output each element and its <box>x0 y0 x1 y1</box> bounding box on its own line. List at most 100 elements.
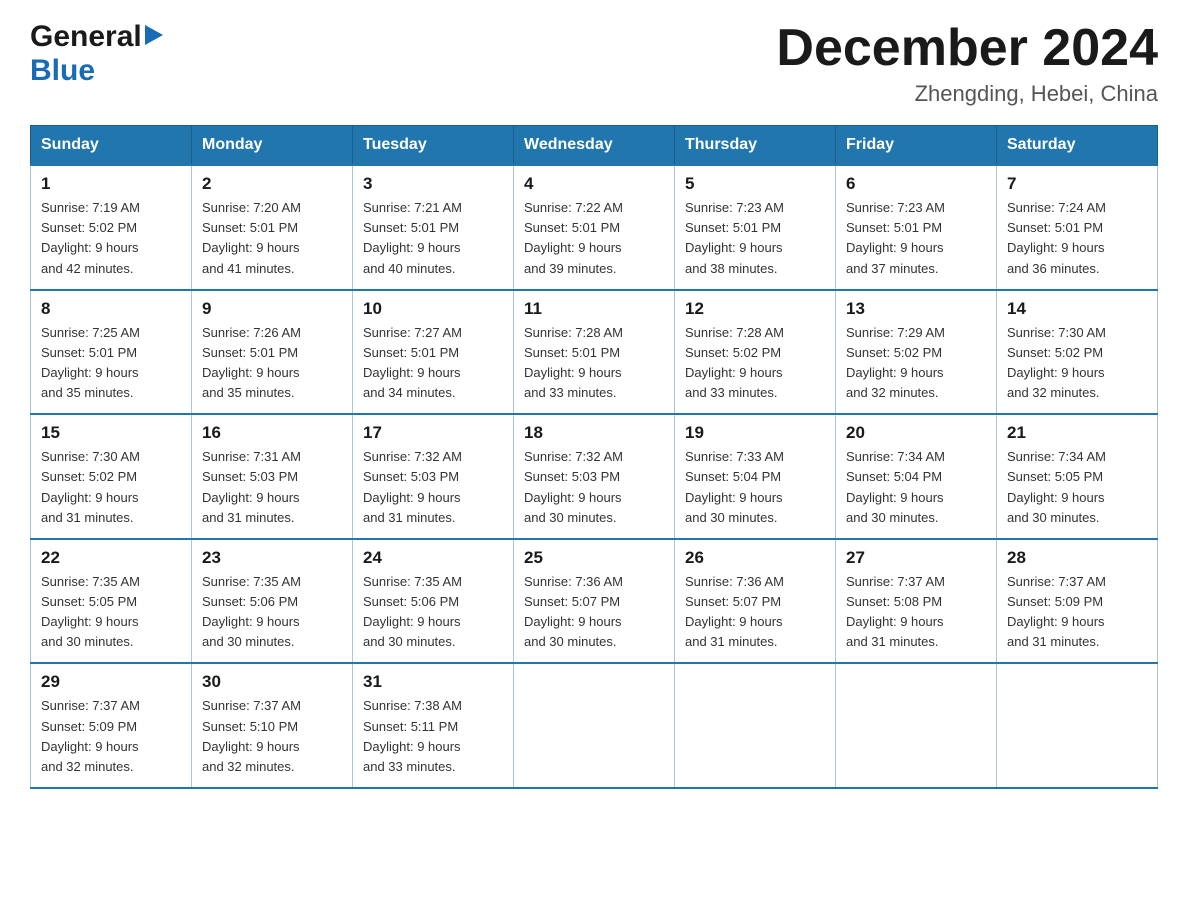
day-number: 13 <box>846 299 986 319</box>
calendar-week-row: 8 Sunrise: 7:25 AMSunset: 5:01 PMDaylight… <box>31 290 1158 415</box>
table-row <box>997 663 1158 788</box>
calendar-week-row: 29 Sunrise: 7:37 AMSunset: 5:09 PMDayligh… <box>31 663 1158 788</box>
logo-blue-text: Blue <box>30 54 95 88</box>
day-number: 25 <box>524 548 664 568</box>
day-number: 11 <box>524 299 664 319</box>
day-number: 30 <box>202 672 342 692</box>
day-number: 8 <box>41 299 181 319</box>
header-right: December 2024 Zhengding, Hebei, China <box>776 20 1158 107</box>
day-number: 17 <box>363 423 503 443</box>
table-row: 11 Sunrise: 7:28 AMSunset: 5:01 PMDayligh… <box>514 290 675 415</box>
day-info: Sunrise: 7:28 AMSunset: 5:01 PMDaylight:… <box>524 323 664 404</box>
table-row <box>836 663 997 788</box>
table-row: 31 Sunrise: 7:38 AMSunset: 5:11 PMDayligh… <box>353 663 514 788</box>
day-number: 24 <box>363 548 503 568</box>
table-row: 2Sunrise: 7:20 AMSunset: 5:01 PMDaylight… <box>192 165 353 290</box>
table-row: 26 Sunrise: 7:36 AMSunset: 5:07 PMDayligh… <box>675 539 836 664</box>
table-row: 8 Sunrise: 7:25 AMSunset: 5:01 PMDaylight… <box>31 290 192 415</box>
day-number: 16 <box>202 423 342 443</box>
calendar-table: Sunday Monday Tuesday Wednesday Thursday… <box>30 125 1158 789</box>
day-number: 28 <box>1007 548 1147 568</box>
table-row: 17 Sunrise: 7:32 AMSunset: 5:03 PMDayligh… <box>353 414 514 539</box>
table-row: 18 Sunrise: 7:32 AMSunset: 5:03 PMDayligh… <box>514 414 675 539</box>
day-number: 14 <box>1007 299 1147 319</box>
col-monday: Monday <box>192 126 353 166</box>
table-row: 23 Sunrise: 7:35 AMSunset: 5:06 PMDayligh… <box>192 539 353 664</box>
table-row: 24Sunrise: 7:35 AMSunset: 5:06 PMDayligh… <box>353 539 514 664</box>
table-row: 29 Sunrise: 7:37 AMSunset: 5:09 PMDayligh… <box>31 663 192 788</box>
day-info: Sunrise: 7:21 AMSunset: 5:01 PMDaylight:… <box>363 198 503 279</box>
table-row: 22 Sunrise: 7:35 AMSunset: 5:05 PMDayligh… <box>31 539 192 664</box>
day-number: 27 <box>846 548 986 568</box>
table-row: 19Sunrise: 7:33 AMSunset: 5:04 PMDayligh… <box>675 414 836 539</box>
day-info: Sunrise: 7:35 AMSunset: 5:05 PMDaylight:… <box>41 572 181 653</box>
day-info: Sunrise: 7:37 AMSunset: 5:10 PMDaylight:… <box>202 696 342 777</box>
table-row: 4Sunrise: 7:22 AMSunset: 5:01 PMDaylight… <box>514 165 675 290</box>
day-number: 22 <box>41 548 181 568</box>
table-row: 25Sunrise: 7:36 AMSunset: 5:07 PMDayligh… <box>514 539 675 664</box>
table-row: 1 Sunrise: 7:19 AMSunset: 5:02 PMDaylight… <box>31 165 192 290</box>
day-info: Sunrise: 7:37 AMSunset: 5:09 PMDaylight:… <box>41 696 181 777</box>
col-tuesday: Tuesday <box>353 126 514 166</box>
day-number: 26 <box>685 548 825 568</box>
logo: General Blue <box>30 20 163 88</box>
table-row <box>675 663 836 788</box>
table-row: 30 Sunrise: 7:37 AMSunset: 5:10 PMDayligh… <box>192 663 353 788</box>
table-row: 15 Sunrise: 7:30 AMSunset: 5:02 PMDayligh… <box>31 414 192 539</box>
col-sunday: Sunday <box>31 126 192 166</box>
day-info: Sunrise: 7:34 AMSunset: 5:04 PMDaylight:… <box>846 447 986 528</box>
logo-arrow-icon <box>145 25 163 50</box>
day-number: 20 <box>846 423 986 443</box>
day-info: Sunrise: 7:19 AMSunset: 5:02 PMDaylight:… <box>41 198 181 279</box>
day-info: Sunrise: 7:32 AMSunset: 5:03 PMDaylight:… <box>524 447 664 528</box>
day-info: Sunrise: 7:23 AMSunset: 5:01 PMDaylight:… <box>685 198 825 279</box>
calendar-week-row: 15 Sunrise: 7:30 AMSunset: 5:02 PMDayligh… <box>31 414 1158 539</box>
location-text: Zhengding, Hebei, China <box>776 81 1158 107</box>
logo-general-text: General <box>30 20 142 54</box>
table-row: 20 Sunrise: 7:34 AMSunset: 5:04 PMDayligh… <box>836 414 997 539</box>
day-number: 2 <box>202 174 342 194</box>
day-info: Sunrise: 7:30 AMSunset: 5:02 PMDaylight:… <box>1007 323 1147 404</box>
col-wednesday: Wednesday <box>514 126 675 166</box>
day-info: Sunrise: 7:29 AMSunset: 5:02 PMDaylight:… <box>846 323 986 404</box>
month-title: December 2024 <box>776 20 1158 77</box>
col-thursday: Thursday <box>675 126 836 166</box>
day-number: 1 <box>41 174 181 194</box>
day-number: 6 <box>846 174 986 194</box>
day-number: 18 <box>524 423 664 443</box>
table-row: 28 Sunrise: 7:37 AMSunset: 5:09 PMDayligh… <box>997 539 1158 664</box>
table-row: 16 Sunrise: 7:31 AMSunset: 5:03 PMDayligh… <box>192 414 353 539</box>
day-number: 23 <box>202 548 342 568</box>
day-number: 31 <box>363 672 503 692</box>
day-info: Sunrise: 7:22 AMSunset: 5:01 PMDaylight:… <box>524 198 664 279</box>
day-info: Sunrise: 7:37 AMSunset: 5:09 PMDaylight:… <box>1007 572 1147 653</box>
day-info: Sunrise: 7:24 AMSunset: 5:01 PMDaylight:… <box>1007 198 1147 279</box>
calendar-header-row: Sunday Monday Tuesday Wednesday Thursday… <box>31 126 1158 166</box>
calendar-week-row: 22 Sunrise: 7:35 AMSunset: 5:05 PMDayligh… <box>31 539 1158 664</box>
col-friday: Friday <box>836 126 997 166</box>
table-row: 12Sunrise: 7:28 AMSunset: 5:02 PMDayligh… <box>675 290 836 415</box>
day-info: Sunrise: 7:28 AMSunset: 5:02 PMDaylight:… <box>685 323 825 404</box>
day-number: 3 <box>363 174 503 194</box>
day-number: 7 <box>1007 174 1147 194</box>
table-row: 7 Sunrise: 7:24 AMSunset: 5:01 PMDaylight… <box>997 165 1158 290</box>
day-info: Sunrise: 7:23 AMSunset: 5:01 PMDaylight:… <box>846 198 986 279</box>
day-info: Sunrise: 7:32 AMSunset: 5:03 PMDaylight:… <box>363 447 503 528</box>
table-row: 6 Sunrise: 7:23 AMSunset: 5:01 PMDaylight… <box>836 165 997 290</box>
day-info: Sunrise: 7:30 AMSunset: 5:02 PMDaylight:… <box>41 447 181 528</box>
day-number: 29 <box>41 672 181 692</box>
day-info: Sunrise: 7:27 AMSunset: 5:01 PMDaylight:… <box>363 323 503 404</box>
day-number: 15 <box>41 423 181 443</box>
day-info: Sunrise: 7:36 AMSunset: 5:07 PMDaylight:… <box>685 572 825 653</box>
day-info: Sunrise: 7:33 AMSunset: 5:04 PMDaylight:… <box>685 447 825 528</box>
day-info: Sunrise: 7:38 AMSunset: 5:11 PMDaylight:… <box>363 696 503 777</box>
day-info: Sunrise: 7:35 AMSunset: 5:06 PMDaylight:… <box>202 572 342 653</box>
calendar-week-row: 1 Sunrise: 7:19 AMSunset: 5:02 PMDaylight… <box>31 165 1158 290</box>
day-number: 21 <box>1007 423 1147 443</box>
table-row: 13 Sunrise: 7:29 AMSunset: 5:02 PMDayligh… <box>836 290 997 415</box>
day-info: Sunrise: 7:25 AMSunset: 5:01 PMDaylight:… <box>41 323 181 404</box>
day-info: Sunrise: 7:31 AMSunset: 5:03 PMDaylight:… <box>202 447 342 528</box>
day-number: 9 <box>202 299 342 319</box>
table-row <box>514 663 675 788</box>
day-info: Sunrise: 7:37 AMSunset: 5:08 PMDaylight:… <box>846 572 986 653</box>
